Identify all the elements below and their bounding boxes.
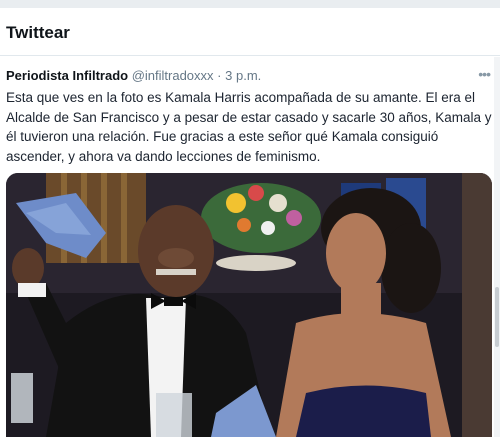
- photo-illustration: [6, 173, 492, 437]
- page-title: Twittear: [6, 23, 70, 42]
- scrollbar-thumb[interactable]: [495, 287, 499, 347]
- meta-separator: ·: [217, 68, 222, 83]
- tweet-text: Esta que ves en la foto es Kamala Harris…: [6, 90, 492, 164]
- tweet-time[interactable]: 3 p.m.: [225, 68, 261, 83]
- author-name[interactable]: Periodista Infiltrado: [6, 68, 128, 83]
- tweet-photo[interactable]: [6, 173, 492, 437]
- tweet-card[interactable]: Periodista Infiltrado @infiltradoxxx · 3…: [0, 57, 500, 437]
- page-header: Twittear: [0, 8, 500, 56]
- more-dots-icon[interactable]: •••: [478, 66, 491, 82]
- top-strip: [0, 0, 500, 8]
- author-handle[interactable]: @infiltradoxxx: [132, 68, 214, 83]
- scrollbar[interactable]: [494, 57, 500, 437]
- tweet-meta: Periodista Infiltrado @infiltradoxxx · 3…: [6, 68, 261, 83]
